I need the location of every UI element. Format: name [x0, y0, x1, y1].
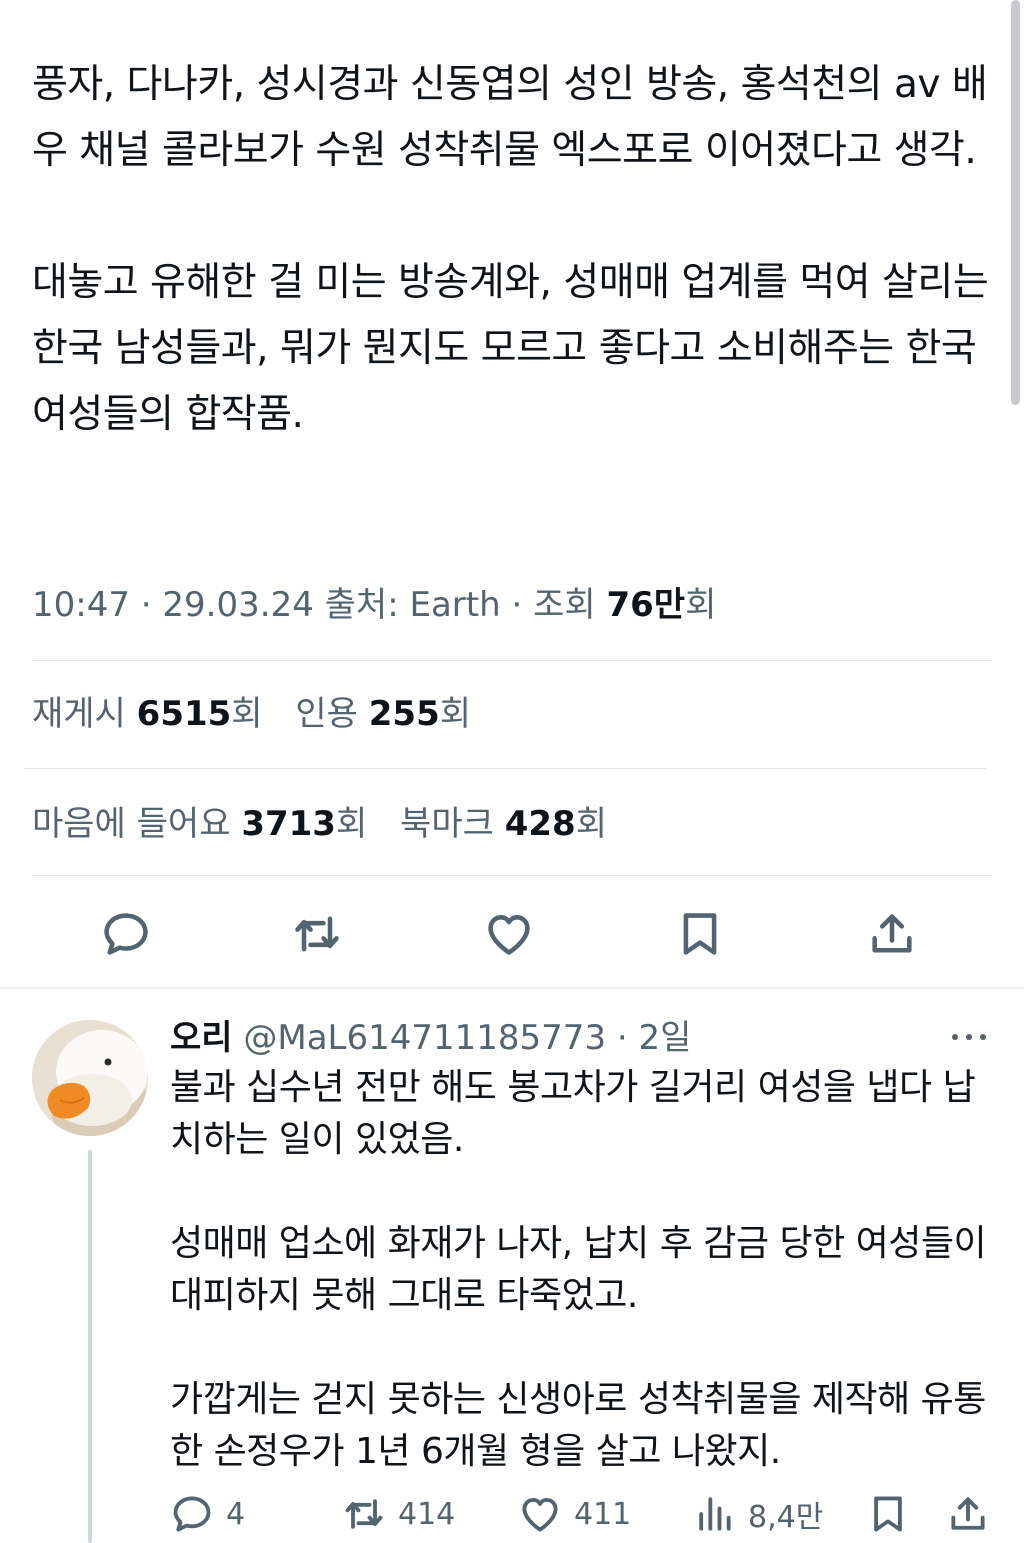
scrollbar[interactable] [1011, 0, 1020, 405]
source-label: 출처: [324, 585, 399, 625]
bookmarks-unit: 회 [575, 804, 607, 844]
like-icon [522, 1497, 558, 1532]
reply-bookmark-button[interactable] [866, 1490, 910, 1538]
section-divider [0, 987, 1024, 989]
source-name: Earth [409, 585, 501, 625]
reply-icon [173, 1496, 211, 1532]
reply-paragraph: 불과 십수년 전만 해도 봉고차가 길거리 여성을 냅다 납치하는 일이 있었음… [170, 1067, 976, 1160]
tweet-action-bar [0, 902, 1024, 966]
separator-dot: · [616, 1018, 628, 1058]
share-icon [951, 1497, 985, 1530]
tweet-date[interactable]: 29.03.24 [162, 585, 313, 625]
quotes-count: 255 [368, 694, 440, 734]
reply-like-button[interactable]: 411 [518, 1490, 631, 1538]
bookmark-button[interactable] [670, 902, 730, 966]
reply-author-name[interactable]: 오리 [170, 1018, 233, 1058]
like-count: 411 [574, 1496, 632, 1532]
stats-row-reposts: 재게시 6515회 인용 255회 [32, 684, 471, 744]
quotes-label: 인용 [295, 694, 358, 734]
views-count: 76만 [606, 585, 686, 625]
stats-row-likes: 마음에 들어요 3713회 북마크 428회 [32, 794, 607, 854]
quotes-stat[interactable]: 인용 255회 [295, 694, 471, 734]
reposts-count: 6515 [136, 694, 232, 734]
bookmarks-stat[interactable]: 북마크 428회 [400, 804, 607, 844]
likes-label: 마음에 들어요 [32, 804, 231, 844]
more-options-icon[interactable] [946, 1024, 992, 1050]
tweet-paragraph: 풍자, 다나카, 성시경과 신동엽의 성인 방송, 홍석천의 av 배우 채널 … [32, 62, 988, 173]
duck-avatar-icon [32, 1020, 148, 1136]
reposts-stat[interactable]: 재게시 6515회 [32, 694, 263, 734]
tweet-text: 풍자, 다나카, 성시경과 신동엽의 성인 방송, 홍석천의 av 배우 채널 … [32, 52, 997, 448]
views-count: 8,4만 [748, 1500, 824, 1535]
share-button[interactable] [862, 902, 922, 966]
bookmark-icon [683, 913, 717, 955]
reply-paragraph: 성매매 업소에 화재가 나자, 납치 후 감금 당한 여성들이 대피하지 못해 … [170, 1223, 987, 1316]
reply-action-bar: 4 414 411 8,4만 [0, 1490, 1024, 1538]
reply-header: 오리 @MaL614711185773 · 2일 [170, 1012, 691, 1064]
reply-paragraph: 가깝게는 걷지 못하는 신생아로 성착취물을 제작해 유통한 손정우가 1년 6… [170, 1379, 986, 1472]
reposts-unit: 회 [231, 694, 263, 734]
reply-button[interactable] [96, 902, 156, 966]
thread-line [88, 1150, 92, 1543]
bookmarks-label: 북마크 [400, 804, 494, 844]
likes-unit: 회 [335, 804, 368, 844]
like-icon [488, 915, 530, 955]
avatar[interactable] [32, 1020, 148, 1136]
tweet-time[interactable]: 10:47 [32, 585, 130, 625]
divider [32, 875, 992, 876]
repost-icon [295, 916, 339, 952]
share-icon [872, 914, 912, 953]
reply-reply-button[interactable]: 4 [170, 1490, 245, 1538]
reply-author-handle[interactable]: @MaL614711185773 [243, 1018, 606, 1058]
likes-stat[interactable]: 마음에 들어요 3713회 [32, 804, 367, 844]
reply-count: 4 [226, 1496, 246, 1532]
tweet-paragraph: 대놓고 유해한 걸 미는 방송계와, 성매매 업계를 먹여 살리는 한국 남성들… [32, 260, 989, 437]
reply-text: 불과 십수년 전만 해도 봉고차가 길거리 여성을 냅다 납치하는 일이 있었음… [170, 1062, 990, 1478]
divider [24, 768, 986, 769]
bookmark-icon [874, 1496, 902, 1532]
repost-icon [345, 1499, 383, 1529]
likes-count: 3713 [241, 804, 336, 844]
reply-repost-button[interactable]: 414 [342, 1490, 455, 1538]
views-chart-icon [699, 1497, 731, 1531]
repost-count: 414 [398, 1496, 456, 1532]
reply-views-button[interactable]: 8,4만 [692, 1490, 823, 1538]
reply-icon [104, 913, 148, 955]
bookmarks-count: 428 [504, 804, 576, 844]
views-label: 조회 [533, 585, 596, 625]
tweet-meta: 10:47 · 29.03.24 출처: Earth · 조회 76만회 [32, 585, 717, 625]
reply-share-button[interactable] [946, 1490, 990, 1538]
reposts-label: 재게시 [32, 694, 126, 734]
quotes-unit: 회 [439, 694, 472, 734]
divider [32, 660, 992, 661]
reply-time[interactable]: 2일 [639, 1018, 692, 1058]
views-unit: 회 [685, 585, 717, 625]
repost-button[interactable] [287, 902, 347, 966]
like-button[interactable] [479, 902, 539, 966]
